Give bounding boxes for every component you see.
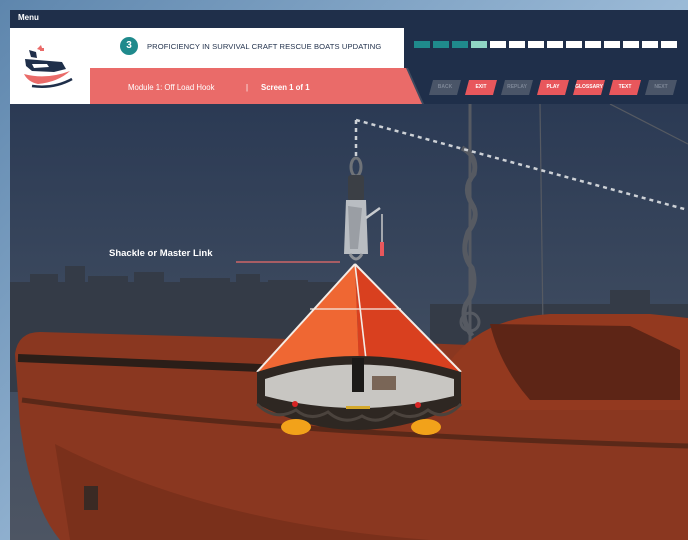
progress-tracker bbox=[404, 28, 688, 68]
lesson-scene bbox=[10, 103, 688, 540]
menu-bar: Menu bbox=[10, 10, 688, 28]
progress-segment bbox=[623, 41, 639, 48]
screen-counter: Screen 1 of 1 bbox=[261, 83, 310, 92]
progress-segment bbox=[661, 41, 677, 48]
separator: | bbox=[246, 83, 249, 92]
progress-segment bbox=[433, 41, 449, 48]
course-player: Menu 3 PROFICIENCY IN SURVIVAL CRAFT RES… bbox=[10, 10, 688, 540]
progress-segment bbox=[528, 41, 544, 48]
module-number-badge: 3 bbox=[120, 37, 138, 55]
back-button[interactable]: BACK bbox=[429, 80, 461, 95]
exit-button[interactable]: EXIT bbox=[465, 80, 497, 95]
course-title: PROFICIENCY IN SURVIVAL CRAFT RESCUE BOA… bbox=[147, 42, 382, 51]
progress-segment bbox=[547, 41, 563, 48]
title-bar: 3 PROFICIENCY IN SURVIVAL CRAFT RESCUE B… bbox=[90, 28, 410, 68]
progress-segment bbox=[471, 41, 487, 48]
progress-segment bbox=[604, 41, 620, 48]
progress-segment bbox=[566, 41, 582, 48]
course-header: 3 PROFICIENCY IN SURVIVAL CRAFT RESCUE B… bbox=[10, 28, 688, 104]
rescue-boat-logo-icon bbox=[24, 45, 73, 88]
progress-segment bbox=[490, 41, 506, 48]
progress-segment bbox=[585, 41, 601, 48]
liferaft-illustration bbox=[10, 103, 688, 540]
progress-segment bbox=[452, 41, 468, 48]
replay-button[interactable]: REPLAY bbox=[501, 80, 533, 95]
logo bbox=[10, 28, 90, 104]
glossary-button[interactable]: GLOSSARY bbox=[573, 80, 605, 95]
play-button[interactable]: PLAY bbox=[537, 80, 569, 95]
module-title: Module 1: Off Load Hook bbox=[128, 83, 215, 92]
progress-segment bbox=[414, 41, 430, 48]
shackle-callout-label: Shackle or Master Link bbox=[109, 248, 213, 259]
text-button[interactable]: TEXT bbox=[609, 80, 641, 95]
navigation-bar: BACK EXIT REPLAY PLAY GLOSSARY TEXT NEXT bbox=[408, 68, 688, 104]
progress-segment bbox=[509, 41, 525, 48]
progress-segment bbox=[642, 41, 658, 48]
module-bar: Module 1: Off Load Hook | Screen 1 of 1 bbox=[90, 68, 422, 104]
menu-button[interactable]: Menu bbox=[18, 13, 39, 22]
next-button[interactable]: NEXT bbox=[645, 80, 677, 95]
